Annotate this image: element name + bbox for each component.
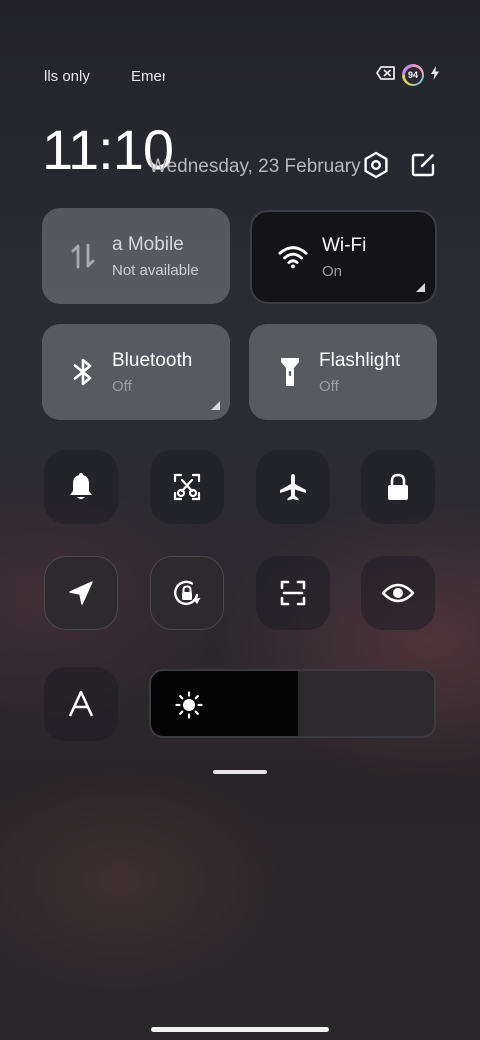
settings-button[interactable]	[361, 150, 391, 180]
reading-mode-toggle[interactable]	[361, 556, 435, 630]
flashlight-tile[interactable]: Flashlight Off	[249, 324, 437, 420]
battery-ring-icon: 94	[402, 64, 424, 86]
brightness-fill	[151, 671, 299, 736]
rotation-lock-toggle[interactable]	[150, 556, 224, 630]
mobile-data-text: a Mobile Not available	[112, 234, 216, 279]
flashlight-icon	[275, 357, 305, 387]
wifi-tile[interactable]: Wi-Fi On	[250, 210, 437, 304]
settings-hexagon-icon	[364, 151, 388, 179]
screenshot-scissors-icon	[173, 473, 201, 501]
eye-icon	[381, 583, 415, 603]
mobile-data-title: a Mobile	[112, 233, 184, 255]
mobile-data-tile[interactable]: a Mobile Not available	[42, 208, 230, 304]
silent-toggle[interactable]	[44, 450, 118, 524]
flashlight-text: Flashlight Off	[319, 350, 400, 395]
bluetooth-status: Off	[112, 377, 132, 395]
status-bar: lls only Emer 94	[0, 64, 480, 90]
flashlight-status: Off	[319, 377, 339, 395]
bluetooth-icon	[68, 357, 98, 387]
mobile-data-icon	[68, 241, 98, 271]
wifi-title: Wi-Fi	[322, 234, 367, 256]
scanner-toggle[interactable]	[256, 556, 330, 630]
wifi-text: Wi-Fi On	[322, 235, 366, 280]
rotation-lock-icon	[174, 580, 201, 606]
battery-level: 94	[404, 66, 422, 84]
sun-icon	[175, 691, 203, 719]
airplane-icon	[280, 474, 306, 501]
font-a-icon	[68, 690, 94, 717]
clock-date[interactable]: Wednesday, 23 February	[149, 156, 361, 178]
bluetooth-title: Bluetooth	[112, 349, 193, 371]
edit-icon	[411, 153, 435, 177]
location-icon	[69, 581, 93, 605]
carrier-status-text: lls only	[44, 68, 90, 85]
sim-off-icon	[376, 65, 396, 85]
charging-bolt-icon	[430, 65, 440, 85]
panel-drag-handle[interactable]	[213, 770, 267, 774]
emergency-status-text: Emer	[131, 68, 165, 85]
mobile-data-status: Not available	[112, 261, 199, 279]
home-indicator[interactable]	[151, 1027, 329, 1032]
bluetooth-expand-corner[interactable]	[211, 401, 220, 410]
scan-icon	[280, 580, 306, 606]
brightness-slider[interactable]	[149, 669, 436, 738]
wifi-status: On	[322, 262, 343, 280]
font-size-toggle[interactable]	[44, 667, 118, 741]
wifi-expand-corner[interactable]	[416, 283, 425, 292]
lock-icon	[388, 473, 408, 500]
lock-screen-toggle[interactable]	[361, 450, 435, 524]
bluetooth-text: Bluetooth Off	[112, 350, 192, 395]
edit-button[interactable]	[408, 150, 438, 180]
bell-icon	[70, 473, 92, 499]
status-icons: 94	[376, 64, 440, 86]
flashlight-title: Flashlight	[319, 349, 401, 371]
location-toggle[interactable]	[44, 556, 118, 630]
wifi-icon	[278, 242, 308, 272]
bluetooth-tile[interactable]: Bluetooth Off	[42, 324, 230, 420]
airplane-mode-toggle[interactable]	[256, 450, 330, 524]
screenshot-toggle[interactable]	[150, 450, 224, 524]
